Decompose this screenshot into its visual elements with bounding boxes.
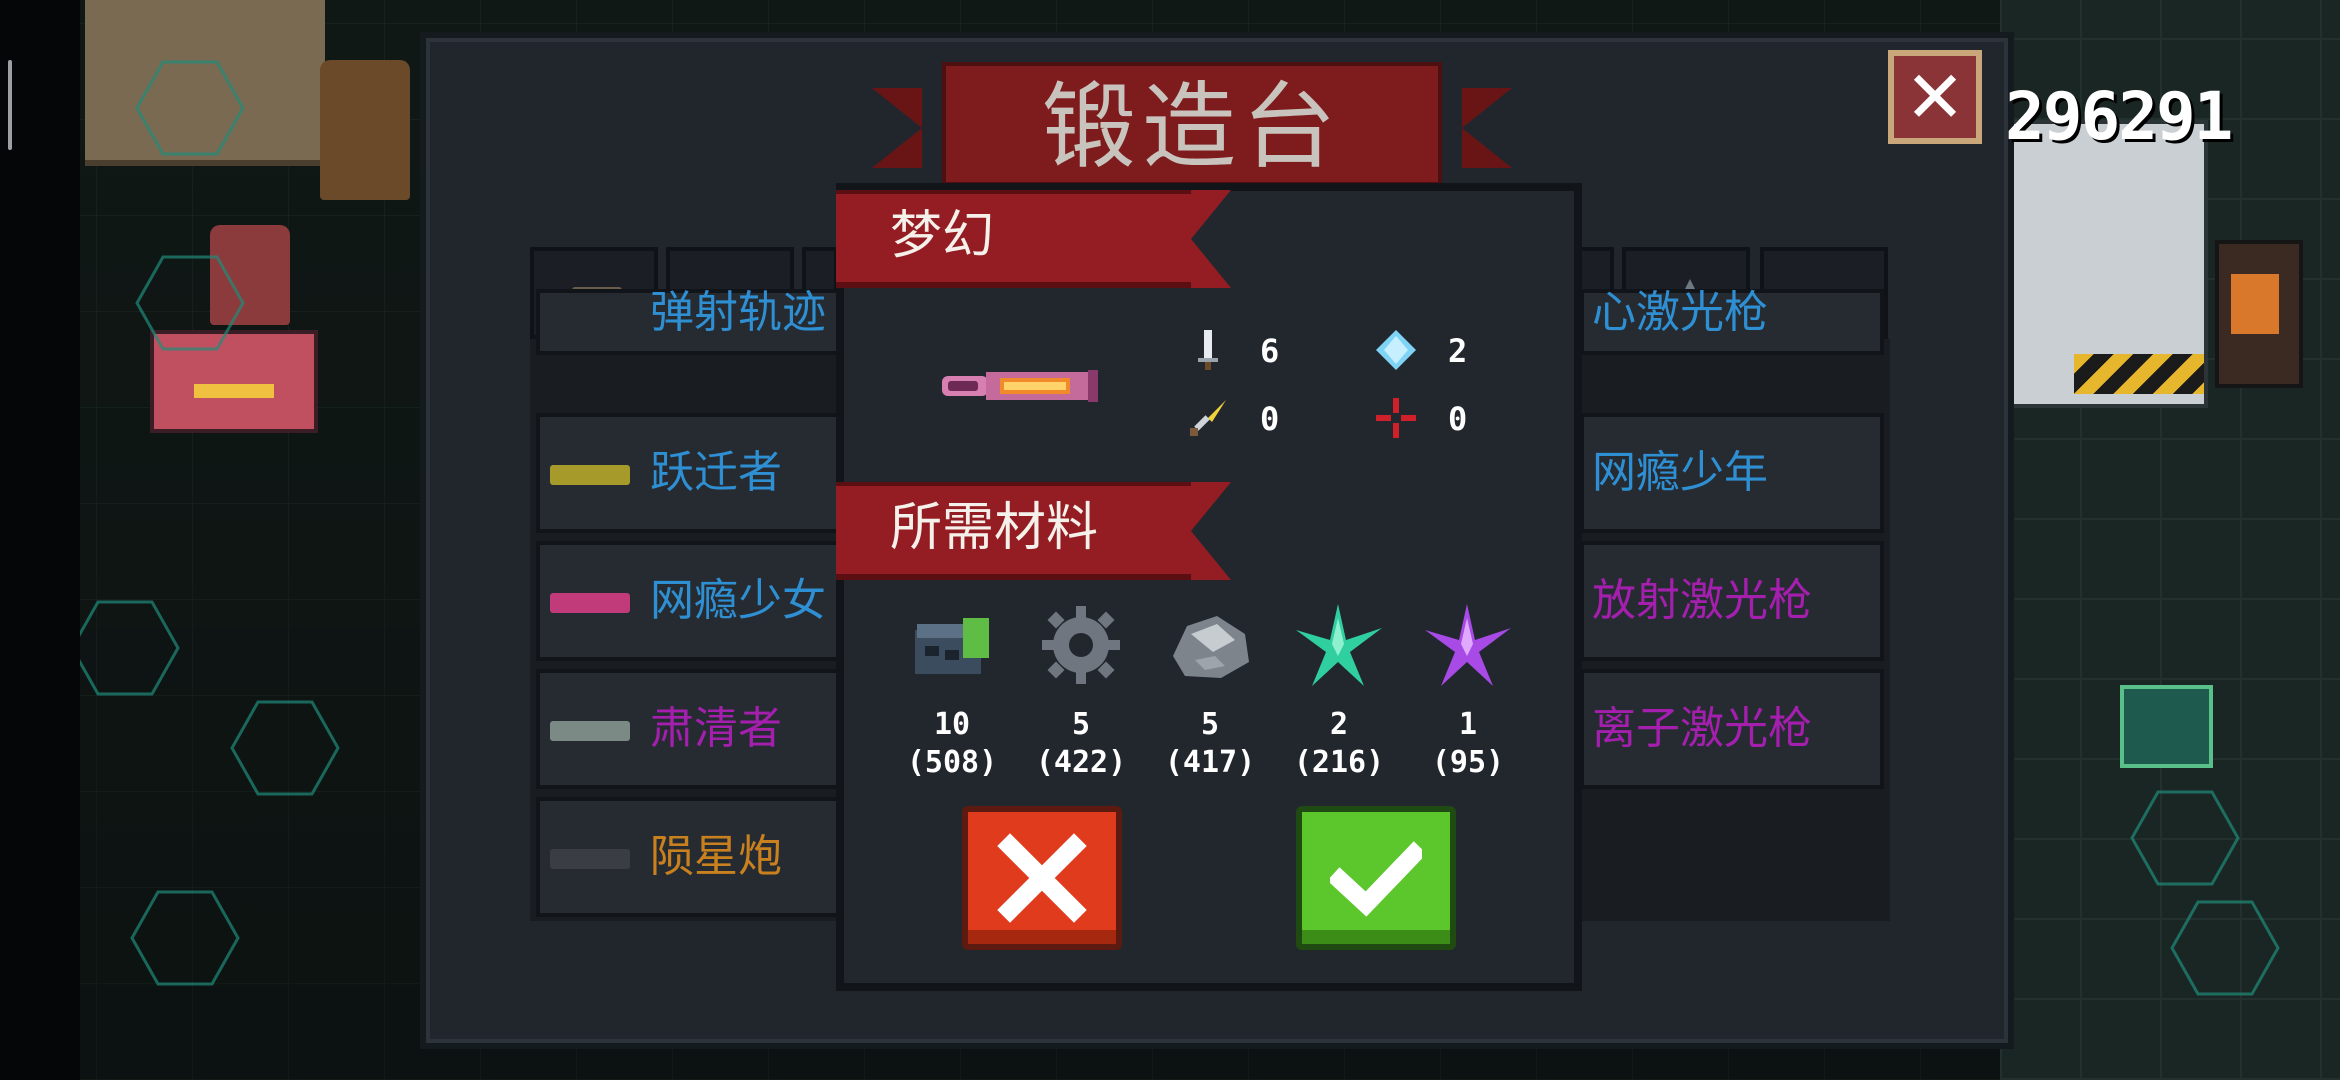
confirm-button[interactable] [1296, 806, 1456, 950]
weapon-name: 心激光枪 [1592, 287, 1768, 338]
weapon-list-item[interactable]: 陨星炮 [536, 797, 866, 917]
hex-outline-decoration [130, 890, 240, 986]
weapon-list-item[interactable]: 网瘾少年 [1580, 413, 1884, 533]
weapon-name: 肃清者 [650, 703, 782, 754]
crit-value: 0 [1260, 400, 1280, 438]
ore-icon [1165, 600, 1255, 690]
accuracy-crosshair-icon [1374, 396, 1418, 440]
confirm-check-icon [1330, 841, 1422, 917]
crit-dagger-icon [1186, 396, 1230, 440]
hex-outline-decoration [70, 600, 180, 696]
weapon-name: 放射激光枪 [1592, 575, 1812, 626]
lab-machine [2010, 120, 2208, 408]
required-amount: 2 [1329, 707, 1349, 742]
hex-outline-decoration [230, 700, 340, 796]
cancel-x-icon [997, 833, 1087, 923]
weapon-name: 离子激光枪 [1592, 703, 1812, 754]
accuracy-value: 0 [1448, 400, 1468, 438]
material-count: 5 (417) [1155, 706, 1265, 782]
weapon-list-item[interactable]: 心激光枪 [1580, 287, 1884, 355]
weapon-list-item[interactable]: 离子激光枪 [1580, 669, 1884, 789]
screen-edge-bar [0, 0, 80, 1080]
weapon-icon [550, 593, 630, 613]
weapon-name: 陨星炮 [650, 831, 782, 882]
purple-crystal-icon [1423, 600, 1513, 690]
weapon-icon [550, 465, 630, 485]
weapon-name: 梦幻 [890, 206, 995, 266]
weapon-list-item[interactable]: 肃清者 [536, 669, 866, 789]
close-x-icon: ✕ [1904, 55, 1966, 139]
weapon-name: 网瘾少女 [650, 575, 826, 626]
gem-count: 296291 [2005, 78, 2233, 155]
treasure-chest [2120, 685, 2213, 768]
owned-amount: (417) [1164, 745, 1256, 780]
weapon-icon [550, 849, 630, 869]
attack-value: 6 [1260, 332, 1280, 370]
craft-dialog [836, 183, 1582, 991]
required-amount: 5 [1071, 707, 1091, 742]
attack-sword-icon [1186, 328, 1230, 372]
weapon-name-ribbon: 梦幻 [836, 190, 1231, 288]
gear-icon [1036, 600, 1126, 690]
owned-amount: (216) [1293, 745, 1385, 780]
energy-value: 2 [1448, 332, 1468, 370]
weapon-name: 跃迁者 [650, 447, 782, 498]
material-count: 5 (422) [1026, 706, 1136, 782]
hex-outline-decoration [2130, 790, 2240, 886]
weapon-list-item[interactable]: 网瘾少女 [536, 541, 866, 661]
vending-machine [2215, 240, 2303, 388]
material-count: 10 (508) [897, 706, 1007, 782]
required-amount: 5 [1200, 707, 1220, 742]
page-title: 锻造台 [1041, 73, 1342, 182]
energy-diamond-icon [1374, 328, 1418, 372]
npc-merchant [320, 60, 410, 200]
weapon-name: 弹射轨迹 [650, 287, 826, 338]
title-banner: 锻造台 [872, 62, 1512, 186]
materials-heading: 所需材料 [890, 498, 1099, 558]
material-count: 2 (216) [1284, 706, 1394, 782]
hex-outline-decoration [2170, 900, 2280, 996]
owned-amount: (422) [1035, 745, 1127, 780]
weapon-icon [550, 721, 630, 741]
required-amount: 1 [1458, 707, 1478, 742]
weapon-list-item[interactable]: 弹射轨迹 [536, 287, 866, 355]
cancel-button[interactable] [962, 806, 1122, 950]
battery-icon [907, 600, 997, 690]
green-crystal-icon [1294, 600, 1384, 690]
required-amount: 10 [933, 707, 971, 742]
close-button[interactable]: ✕ [1888, 50, 1982, 144]
owned-amount: (95) [1431, 745, 1505, 780]
hex-outline-decoration [135, 60, 245, 156]
owned-amount: (508) [906, 745, 998, 780]
weapon-list-item[interactable]: 放射激光枪 [1580, 541, 1884, 661]
weapon-list-item[interactable]: 跃迁者 [536, 413, 866, 533]
dream-laser-icon [940, 366, 1100, 406]
materials-ribbon: 所需材料 [836, 482, 1231, 580]
material-count: 1 (95) [1413, 706, 1523, 782]
hex-outline-decoration [135, 255, 245, 351]
weapon-name: 网瘾少年 [1592, 447, 1768, 498]
